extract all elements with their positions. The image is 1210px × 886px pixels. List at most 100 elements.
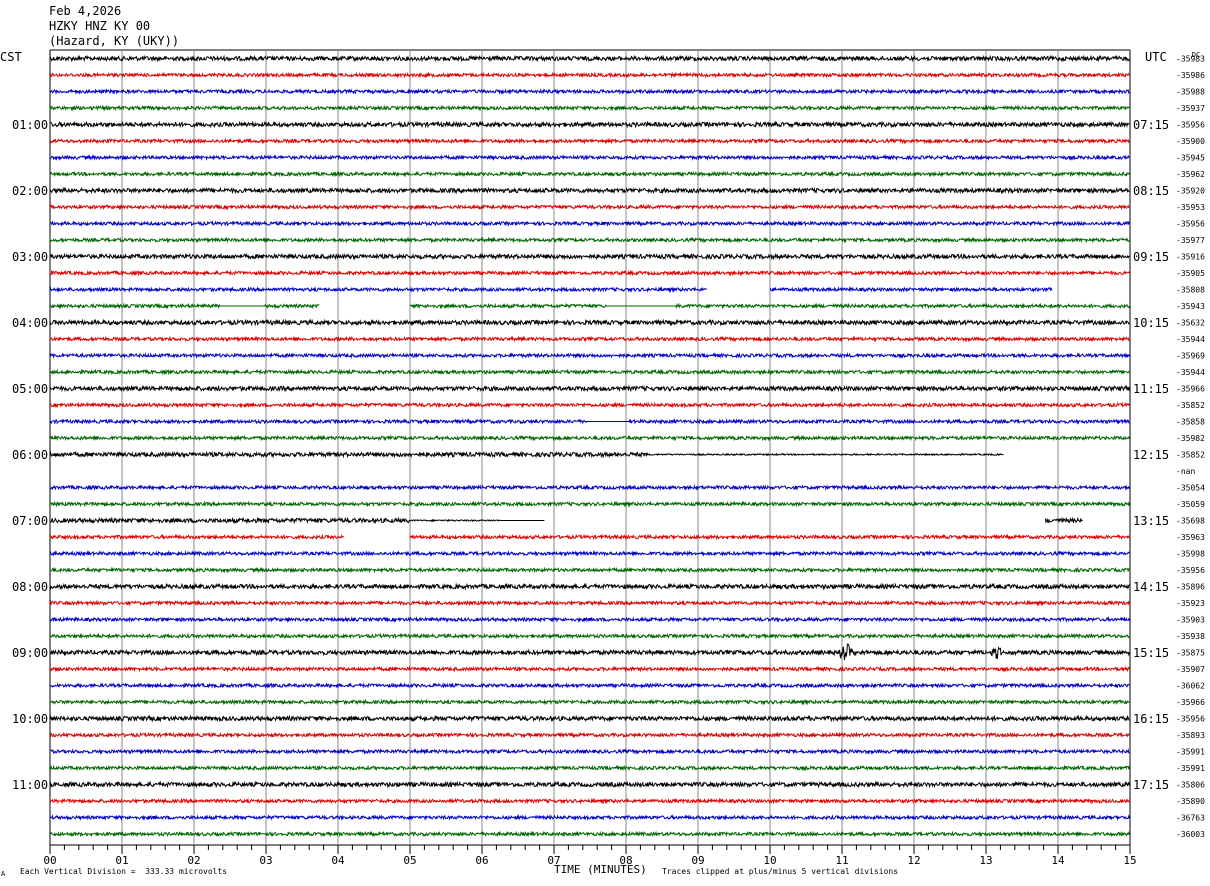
dc-value-row-43: -35991 (1176, 764, 1205, 773)
x-tick-label-13: 13 (979, 854, 992, 867)
x-tick-label-03: 03 (259, 854, 272, 867)
trace-row-6 (49, 154, 1130, 161)
trace-row-35 (49, 632, 1130, 640)
trace-row-42 (49, 747, 1130, 755)
x-tick-label-06: 06 (475, 854, 488, 867)
dc-value-row-9: -35953 (1176, 203, 1205, 212)
trace-row-33 (49, 599, 1130, 607)
x-tick-label-02: 02 (187, 854, 200, 867)
cst-hour-label-0100: 01:00 (12, 118, 48, 132)
x-axis-label: TIME (MINUTES) (554, 863, 647, 876)
trace-row-32 (49, 582, 1130, 591)
trace-row-46 (49, 814, 1130, 822)
trace-row-4 (49, 120, 1130, 129)
dc-value-row-1: -35986 (1176, 71, 1205, 80)
cst-hour-label-0300: 03:00 (12, 250, 48, 264)
dc-value-row-30: -35998 (1176, 550, 1205, 559)
trace-row-9 (49, 203, 1130, 211)
dc-value-row-0: -35983 (1176, 55, 1205, 64)
utc-hour-label-1415: 14:15 (1133, 580, 1169, 594)
dc-value-row-24: -35852 (1176, 451, 1205, 460)
dc-value-row-13: -35905 (1176, 269, 1205, 278)
dc-value-row-17: -35944 (1176, 335, 1205, 344)
trace-row-29 (49, 533, 1130, 541)
utc-hour-label-1715: 17:15 (1133, 778, 1169, 792)
trace-row-17 (49, 335, 1130, 343)
dc-value-row-45: -35890 (1176, 797, 1205, 806)
trace-row-30 (49, 549, 1130, 557)
dc-value-row-22: -35858 (1176, 418, 1205, 427)
cst-hour-label-0400: 04:00 (12, 316, 48, 330)
dc-value-row-36: -35875 (1176, 649, 1205, 658)
x-tick-label-00: 00 (43, 854, 56, 867)
seismogram-plot: 00 01 02 03 04 05 06 07 08 09 10 11 12 13 14 15CST UTC DC… (0, 49, 1205, 867)
x-tick-label-09: 09 (691, 854, 704, 867)
corner-mark: A (1, 870, 6, 878)
dc-value-row-38: -36062 (1176, 682, 1205, 691)
utc-hour-label-1615: 16:15 (1133, 712, 1169, 726)
dc-value-row-33: -35923 (1176, 599, 1205, 608)
trace-row-24 (49, 450, 1004, 459)
trace-row-16 (49, 318, 1130, 327)
trace-row-45 (49, 797, 1130, 805)
trace-row-0 (49, 54, 1130, 63)
cst-hour-label-0200: 02:00 (12, 184, 48, 198)
x-tick-label-04: 04 (331, 854, 345, 867)
dc-value-row-29: -35963 (1176, 533, 1205, 542)
dc-value-row-15: -35943 (1176, 302, 1205, 311)
trace-row-14 (49, 286, 1053, 294)
trace-row-10 (49, 219, 1130, 228)
x-tick-label-10: 10 (763, 854, 776, 867)
trace-row-20 (49, 384, 1130, 393)
trace-row-39 (49, 698, 1130, 706)
trace-row-12 (49, 252, 1130, 261)
dc-value-row-34: -35903 (1176, 616, 1205, 625)
trace-row-41 (49, 731, 1130, 739)
dc-value-row-23: -35982 (1176, 434, 1205, 443)
trace-row-26 (49, 483, 1130, 492)
trace-row-5 (49, 137, 1130, 145)
utc-hour-label-0715: 07:15 (1133, 118, 1169, 132)
trace-row-31 (49, 566, 1130, 574)
trace-row-38 (49, 681, 1130, 690)
dc-value-row-14: -35808 (1176, 286, 1205, 295)
trace-row-3 (49, 104, 1130, 112)
dc-value-row-7: -35962 (1176, 170, 1205, 179)
dc-value-row-4: -35956 (1176, 121, 1205, 130)
trace-row-37 (49, 665, 1130, 673)
utc-axis-label: UTC (1145, 50, 1167, 64)
cst-hour-label-0800: 08:00 (12, 580, 48, 594)
dc-value-row-35: -35938 (1176, 632, 1205, 641)
dc-value-row-42: -35991 (1176, 748, 1205, 757)
dc-value-row-12: -35916 (1176, 253, 1205, 262)
trace-row-23 (49, 434, 1130, 442)
dc-value-row-41: -35893 (1176, 731, 1205, 740)
trace-row-18 (49, 352, 1130, 359)
trace-row-28 (49, 516, 1083, 525)
trace-row-13 (49, 269, 1130, 277)
dc-value-row-2: -35988 (1176, 88, 1205, 97)
dc-value-row-6: -35945 (1176, 154, 1205, 163)
trace-row-21 (49, 401, 1130, 409)
dc-value-row-46: -36763 (1176, 814, 1205, 823)
footer-clip-note: Traces clipped at plus/minus 5 vertical … (662, 867, 899, 876)
cst-hour-label-0700: 07:00 (12, 514, 48, 528)
utc-hour-label-1215: 12:15 (1133, 448, 1169, 462)
trace-row-7 (49, 170, 1130, 178)
x-tick-label-15: 15 (1123, 854, 1136, 867)
dc-value-row-10: -35956 (1176, 220, 1205, 229)
dc-value-row-11: -35977 (1176, 236, 1205, 245)
cst-hour-label-0900: 09:00 (12, 646, 48, 660)
cst-hour-label-1100: 11:00 (12, 778, 48, 792)
dc-value-row-28: -35698 (1176, 517, 1205, 526)
dc-value-row-18: -35969 (1176, 352, 1205, 361)
dc-value-row-25: -nan (1176, 467, 1195, 476)
dc-value-row-19: -35944 (1176, 368, 1205, 377)
trace-row-44 (49, 780, 1130, 789)
trace-row-47 (49, 830, 1130, 838)
dc-value-row-32: -35896 (1176, 583, 1205, 592)
dc-value-row-37: -35907 (1176, 665, 1205, 674)
cst-hour-label-0600: 06:00 (12, 448, 48, 462)
trace-row-40 (49, 714, 1130, 723)
dc-value-row-27: -35059 (1176, 500, 1205, 509)
